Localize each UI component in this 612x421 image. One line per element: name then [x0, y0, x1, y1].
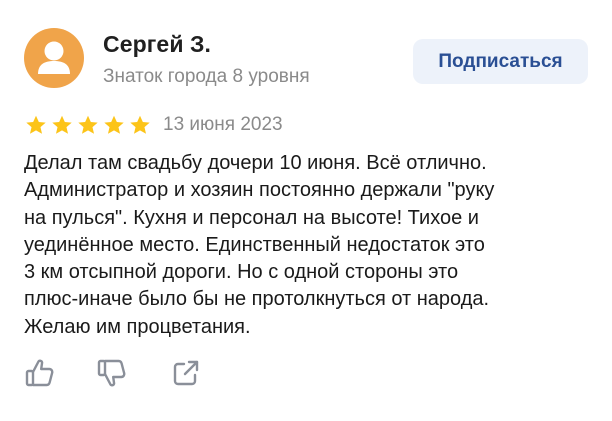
review-text-line: уединённое место. Единственный недостато…	[24, 233, 485, 256]
review-text: Делал там свадьбу дочери 10 июня. Всё от…	[24, 150, 594, 341]
review-text-line: Делал там свадьбу дочери 10 июня. Всё от…	[24, 152, 487, 174]
star-icon	[77, 115, 99, 136]
avatar[interactable]	[24, 28, 84, 88]
like-button[interactable]	[24, 357, 56, 389]
review-date: 13 июня 2023	[163, 114, 283, 135]
review-text-line: Администратор и хозяин постоянно держали…	[24, 179, 495, 202]
review-text-line: на пулься". Кухня и персонал на высоте! …	[24, 206, 479, 229]
share-button[interactable]	[170, 357, 202, 389]
review-text-line: 3 км отсыпной дороги. Но с одной стороны…	[24, 261, 459, 284]
review-actions	[24, 357, 202, 389]
review-text-line: плюс-иначе было бы не протолкнуться от н…	[24, 288, 490, 311]
rating-row: 13 июня 2023	[25, 113, 283, 137]
share-icon	[173, 360, 199, 386]
user-silhouette-icon	[38, 41, 70, 74]
star-icon	[51, 115, 73, 136]
dislike-button[interactable]	[96, 357, 128, 389]
author-name[interactable]: Сергей З.	[103, 31, 211, 58]
rating-stars	[25, 115, 151, 136]
star-icon	[103, 115, 125, 136]
subscribe-button[interactable]: Подписаться	[413, 39, 588, 84]
thumbs-up-icon	[25, 359, 54, 387]
star-icon	[129, 115, 151, 136]
thumbs-down-icon	[97, 359, 126, 387]
review-card: Сергей З. Знаток города 8 уровня Подписа…	[0, 0, 612, 421]
star-icon	[25, 115, 47, 136]
author-level: Знаток города 8 уровня	[103, 66, 310, 87]
review-text-line: Желаю им процветания.	[24, 315, 251, 338]
